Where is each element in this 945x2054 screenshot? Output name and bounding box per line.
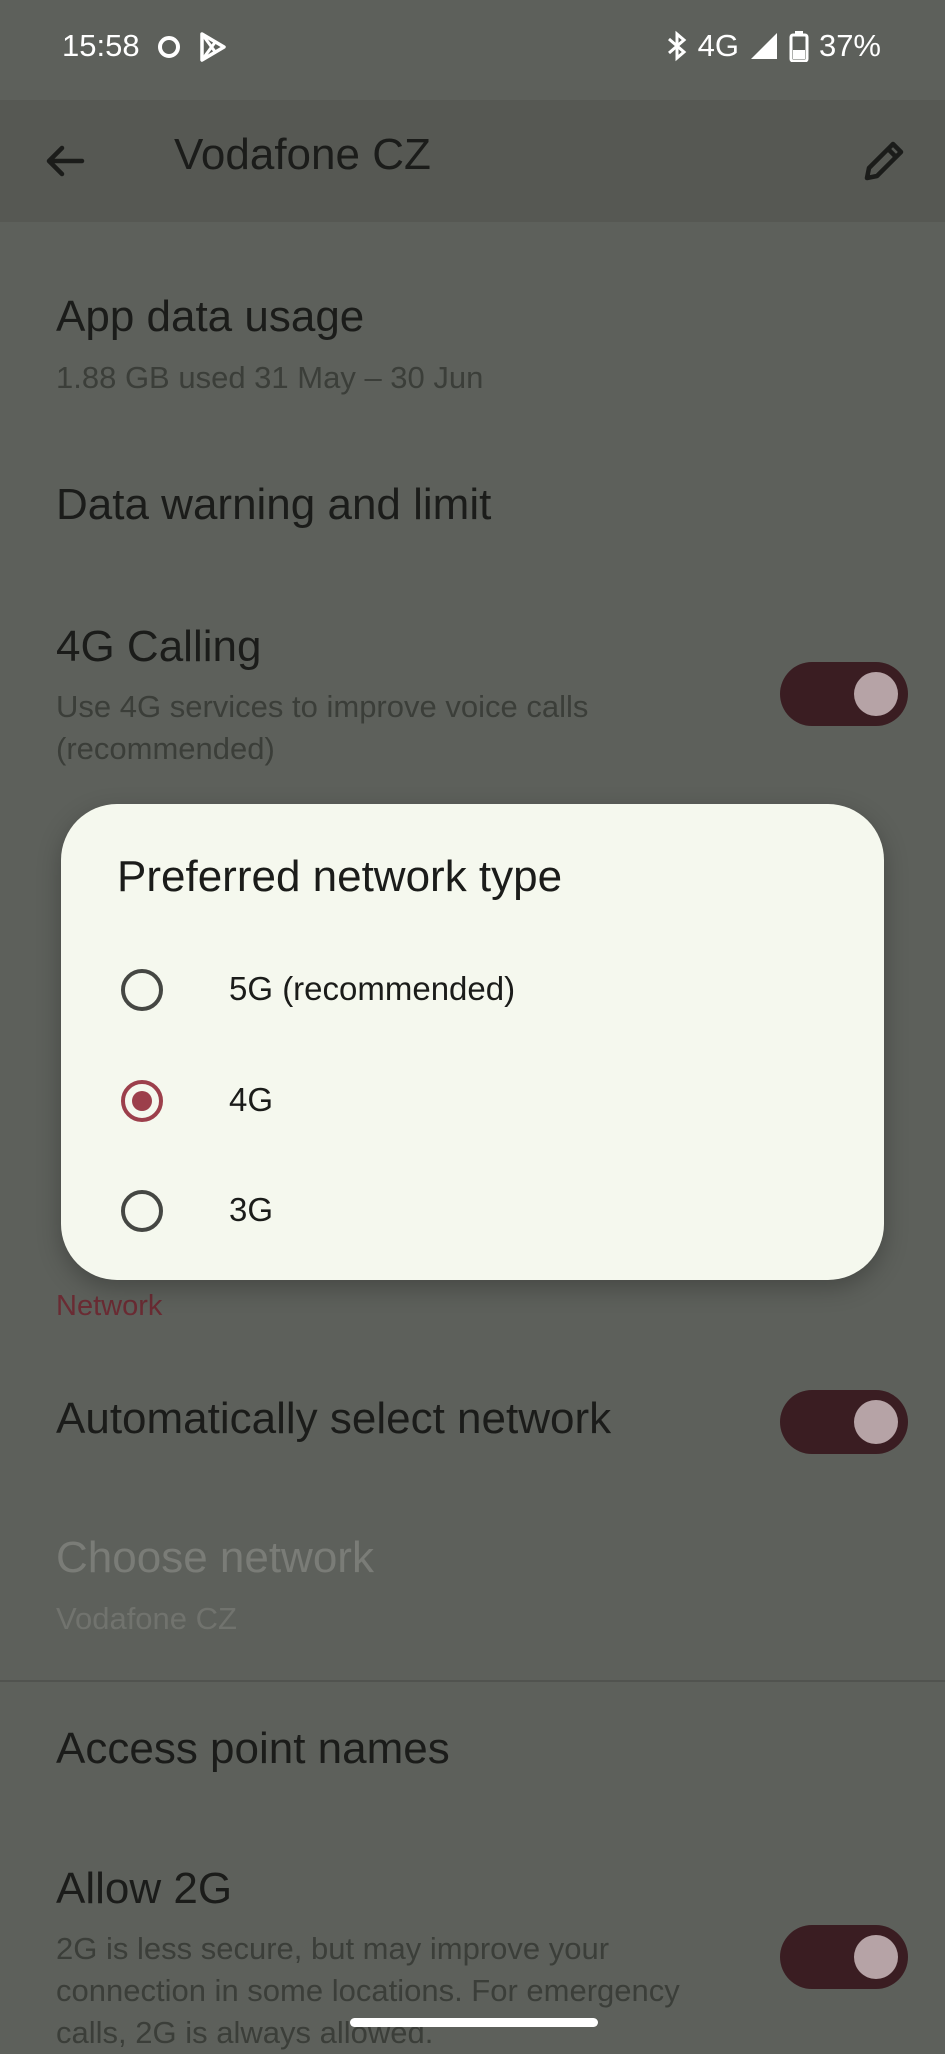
- option-5g[interactable]: 5G (recommended): [61, 940, 884, 1040]
- app-data-usage-title: App data usage: [56, 292, 365, 341]
- circle-icon: [158, 36, 180, 58]
- allow-2g-subtitle: 2G is less secure, but may improve your …: [56, 1931, 680, 2050]
- choose-network-subtitle: Vodafone CZ: [56, 1601, 237, 1636]
- allow-2g-title: Allow 2G: [56, 1864, 233, 1913]
- calling-4g-toggle[interactable]: [780, 662, 908, 726]
- status-time: 15:58: [62, 28, 140, 63]
- data-warning-title: Data warning and limit: [56, 480, 492, 529]
- status-bar: 15:58 4G 37%: [0, 0, 945, 100]
- radio-checked-icon[interactable]: [121, 1080, 163, 1122]
- battery-icon: [789, 31, 809, 62]
- arrow-back-icon: [46, 145, 85, 177]
- page-title: Vodafone CZ: [174, 130, 431, 179]
- back-button[interactable]: [40, 136, 90, 186]
- radio-unchecked-icon[interactable]: [121, 1190, 163, 1232]
- auto-select-title: Automatically select network: [56, 1394, 612, 1443]
- pencil-icon: [864, 141, 904, 181]
- edit-button[interactable]: [857, 134, 911, 188]
- toggle-knob: [854, 1400, 898, 1444]
- option-label: 5G (recommended): [229, 970, 516, 1007]
- option-label: 4G: [229, 1081, 274, 1118]
- option-3g[interactable]: 3G: [61, 1161, 884, 1261]
- auto-select-toggle[interactable]: [780, 1390, 908, 1454]
- calling-4g-subtitle: Use 4G services to improve voice calls (…: [56, 689, 589, 766]
- play-store-icon: [200, 32, 226, 62]
- option-4g[interactable]: 4G: [61, 1051, 884, 1151]
- toggle-knob: [854, 1935, 898, 1979]
- battery-level: 37%: [818, 28, 881, 63]
- app-bar: Vodafone CZ: [0, 100, 945, 222]
- preferred-network-dialog: Preferred network type 5G (recommended) …: [61, 804, 884, 1280]
- section-header-network: Network: [56, 1290, 163, 1322]
- calling-4g-title: 4G Calling: [56, 622, 262, 671]
- apn-title: Access point names: [56, 1724, 450, 1773]
- network-type: 4G: [697, 28, 739, 63]
- divider: [0, 1680, 945, 1682]
- signal-icon: [750, 33, 777, 59]
- radio-unchecked-icon[interactable]: [121, 969, 163, 1011]
- app-data-usage-subtitle: 1.88 GB used 31 May – 30 Jun: [56, 360, 484, 395]
- status-left-icons: [156, 31, 228, 63]
- toggle-knob: [854, 672, 898, 716]
- choose-network-title: Choose network: [56, 1533, 374, 1582]
- dialog-title: Preferred network type: [117, 852, 563, 901]
- bluetooth-icon: [667, 30, 686, 62]
- allow-2g-toggle[interactable]: [780, 1925, 908, 1989]
- status-right: 4G 37%: [666, 28, 881, 64]
- gesture-nav-handle[interactable]: [350, 2018, 598, 2027]
- option-label: 3G: [229, 1191, 274, 1228]
